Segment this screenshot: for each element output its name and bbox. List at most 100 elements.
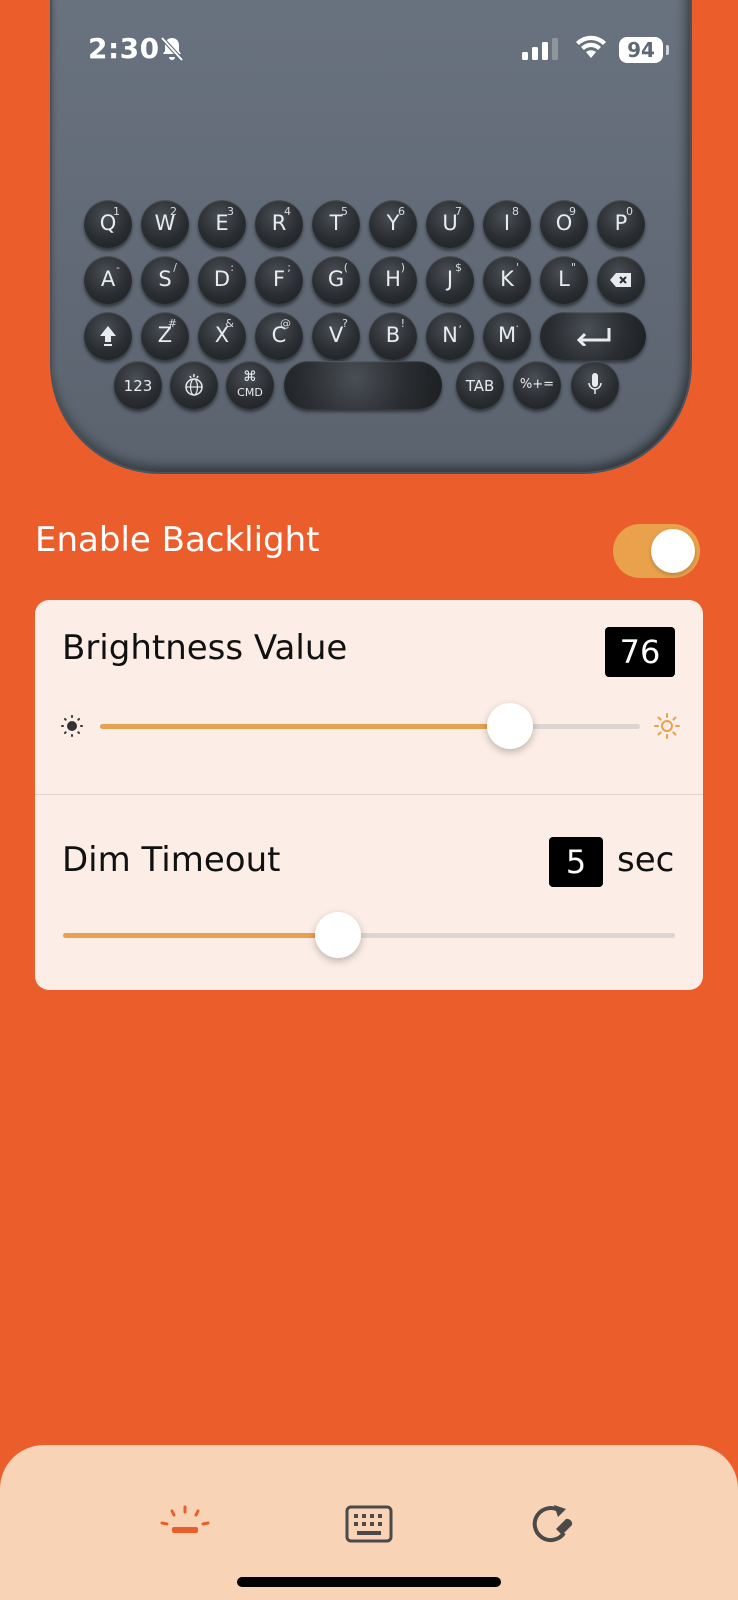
key-r: R4 (255, 200, 303, 248)
key-label: TAB (465, 377, 495, 395)
enable-backlight-toggle[interactable] (613, 524, 700, 578)
tab-firmware-update[interactable] (530, 1503, 574, 1545)
brightness-low-icon (61, 715, 83, 737)
backspace-icon (610, 273, 631, 287)
key-microphone (571, 361, 619, 409)
dim-timeout-slider-fill (63, 933, 339, 938)
key-g: G( (312, 256, 360, 304)
key-letter: Y (386, 211, 400, 235)
key-w: W2 (141, 200, 189, 248)
key-symbol: @ (280, 317, 291, 330)
key-letter: A (100, 267, 116, 291)
key-letter: C (271, 323, 287, 347)
key-letter: J (446, 267, 454, 291)
key-cmd: ⌘ CMD (226, 361, 274, 409)
key-n: N, (426, 312, 474, 360)
key-symbol: . (515, 317, 520, 330)
key-z: Z # (141, 312, 189, 360)
key-tab: TAB (456, 361, 504, 409)
key-letter: P (614, 211, 628, 235)
key-t: T5 (312, 200, 360, 248)
bell-muted-icon (160, 36, 184, 62)
key-symbol: : (230, 261, 234, 274)
key-i: I8 (483, 200, 531, 248)
key-letter: Q (99, 211, 117, 235)
key-letter: W (154, 211, 176, 235)
key-p: P0 (597, 200, 645, 248)
return-icon (576, 328, 611, 346)
tab-backlight[interactable] (160, 1505, 210, 1537)
key-letter: U (442, 211, 458, 235)
key-letter: S (158, 267, 172, 291)
dim-timeout-slider-thumb[interactable] (315, 912, 362, 958)
key-a: A- (84, 256, 132, 304)
brightness-slider-fill (100, 724, 511, 729)
globe-icon (185, 374, 203, 396)
key-e: E3 (198, 200, 246, 248)
key-j: J $ (426, 256, 474, 304)
key-symbol: 4 (284, 205, 291, 218)
dim-timeout-unit: sec (617, 840, 675, 880)
status-time: 2:30 (88, 32, 160, 65)
home-indicator (237, 1577, 501, 1587)
keyboard-icon (345, 1505, 393, 1543)
bottom-tab-bar (0, 1445, 738, 1600)
key-letter: B (385, 323, 401, 347)
enable-backlight-label: Enable Backlight (35, 520, 320, 560)
key-symbol: ! (400, 317, 405, 330)
key-letter: N (442, 323, 458, 347)
key-m: M. (483, 312, 531, 360)
key-label: 123 (123, 377, 153, 395)
key-letter: T (329, 211, 343, 235)
key-symbol: 2 (170, 205, 177, 218)
key-d: D: (198, 256, 246, 304)
key-label: %+= (519, 377, 555, 392)
brightness-slider[interactable] (100, 724, 640, 729)
cellular-signal-icon (522, 38, 558, 60)
key-letter: G (327, 267, 345, 291)
key-f: F; (255, 256, 303, 304)
key-letter: H (385, 267, 401, 291)
key-backspace (597, 256, 645, 304)
key-symbol: ( (343, 261, 348, 274)
key-symbols: %+= (513, 361, 561, 409)
key-return (540, 312, 646, 360)
update-tools-icon (532, 1505, 573, 1543)
key-l: L " (540, 256, 588, 304)
brightness-slider-thumb[interactable] (487, 703, 534, 749)
key-symbol: 9 (569, 205, 576, 218)
toggle-knob (651, 529, 695, 573)
key-letter: E (215, 211, 229, 235)
key-symbol: 8 (512, 205, 519, 218)
brightness-value: 76 (605, 627, 675, 677)
key-symbol: ? (342, 317, 348, 330)
key-symbol: 3 (227, 205, 234, 218)
dim-timeout-slider[interactable] (63, 933, 675, 938)
key-symbol: # (167, 317, 177, 330)
key-q: Q1 (84, 200, 132, 248)
dim-timeout-value: 5 (549, 837, 603, 887)
card-divider (35, 794, 703, 795)
key-letter: M (497, 323, 517, 347)
key-symbol: ) (400, 261, 405, 274)
key-b: B! (369, 312, 417, 360)
backlight-settings-card: Brightness Value 76 Dim Timeout 5 sec (35, 600, 703, 990)
key-123: 123 (114, 361, 162, 409)
key-symbol: 6 (398, 205, 405, 218)
key-k: K ' (483, 256, 531, 304)
key-letter: D (213, 267, 231, 291)
brightness-label: Brightness Value (62, 628, 348, 668)
tab-keyboard[interactable] (345, 1505, 393, 1543)
key-symbol: 0 (626, 205, 633, 218)
key-letter: F (272, 267, 286, 291)
key-symbol: , (458, 317, 463, 330)
key-c: C @ (255, 312, 303, 360)
key-symbol: / (173, 261, 177, 274)
key-letter: X (214, 323, 230, 347)
microphone-icon (588, 373, 602, 394)
key-label: CMD (237, 386, 263, 399)
key-y: Y6 (369, 200, 417, 248)
key-o: O9 (540, 200, 588, 248)
key-symbol: ' (515, 261, 519, 274)
shift-icon (100, 326, 116, 346)
